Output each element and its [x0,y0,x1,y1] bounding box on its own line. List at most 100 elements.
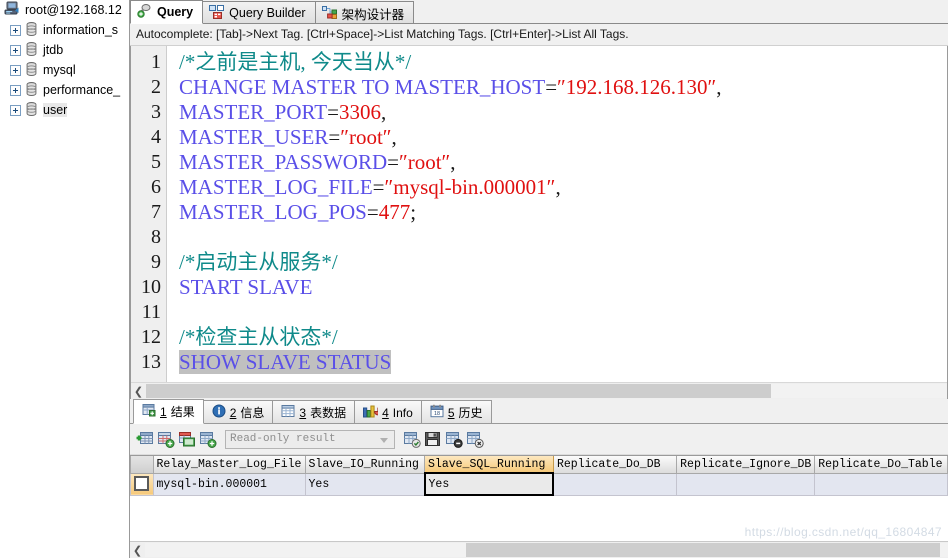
line-number-gutter: 1 2 3 4 5 6 7 8 9 10 11 12 13 [131,46,167,382]
grid-horizontal-scrollbar[interactable]: ❮ [130,541,948,558]
grid-post-icon[interactable] [403,431,421,448]
editor-tab-bar[interactable]: Query Query Builder 架构设计器 [130,0,948,24]
result-tab-5[interactable]: 18 5 历史 [420,400,492,424]
grid-column-header[interactable]: Replicate_Do_Table [814,456,948,474]
tree-node-jtdb[interactable]: jtdb [0,40,129,60]
grid-refresh-row-icon[interactable] [199,431,217,448]
tree-node-performance[interactable]: performance_ [0,80,129,100]
tree-node-root[interactable]: root@192.168.12 [0,0,129,20]
row-selector[interactable] [130,472,154,496]
database-icon [25,61,38,79]
scroll-left-icon[interactable]: ❮ [131,384,146,399]
code-line[interactable]: MASTER_PASSWORD=″root″, [179,150,947,175]
code-token: CHANGE MASTER TO MASTER_HOST [179,75,546,99]
code-token: , [555,175,561,199]
line-number: 4 [151,126,161,148]
line-number: 9 [151,251,161,273]
row-checkbox-icon[interactable] [134,475,150,491]
scroll-track[interactable] [146,384,947,398]
line-number: 3 [151,101,161,123]
save-icon[interactable] [424,431,442,448]
grid-column-header[interactable]: Replicate_Ignore_DB [676,456,816,474]
grid-delete-icon[interactable] [445,431,463,448]
result-tab-2[interactable]: 2 信息 [202,400,274,424]
line-number: 12 [141,326,161,348]
tab-label: 架构设计器 [341,7,405,22]
grid-cell[interactable]: mysql-bin.000001 [152,472,306,496]
code-line[interactable]: MASTER_LOG_FILE=″mysql-bin.000001″, [179,175,947,200]
scroll-track[interactable] [145,543,948,557]
code-line[interactable] [179,300,947,325]
code-line[interactable]: CHANGE MASTER TO MASTER_HOST=″192.168.12… [179,75,947,100]
grid-cell[interactable] [552,472,678,496]
expand-toggle-icon[interactable] [10,104,21,116]
code-line[interactable]: MASTER_PORT=3306, [179,100,947,125]
grid-insert-icon[interactable] [136,431,154,448]
grid-add-row-icon[interactable] [157,431,175,448]
code-line[interactable]: MASTER_LOG_POS=477; [179,200,947,225]
query-builder-icon [209,4,225,22]
table-row[interactable]: mysql-bin.000001 Yes Yes [130,472,948,496]
tab-schema-designer[interactable]: 架构设计器 [314,1,415,24]
grid-cell[interactable]: Yes [304,472,426,496]
sql-editor[interactable]: 1 2 3 4 5 6 7 8 9 10 11 12 13 /*之前是主机, 今天当从*/CHANGE … [131,46,947,382]
scroll-thumb[interactable] [466,543,940,557]
grid-cell[interactable] [814,472,948,496]
chevron-down-icon [380,437,388,443]
code-token: = [327,100,339,124]
result-grid-icon [142,403,156,420]
database-tree-sidebar[interactable]: root@192.168.12 information_s jtdb mysql… [0,0,130,558]
result-tab-3[interactable]: 3 表数据 [272,400,356,424]
result-tab-1[interactable]: 1 结果 [133,399,204,424]
tree-node-user[interactable]: user [0,100,129,120]
result-tab-shortcut: 4 [382,405,389,420]
code-line[interactable]: MASTER_USER=″root″, [179,125,947,150]
result-grid-container[interactable]: Relay_Master_Log_File Slave_IO_Running Sla… [130,455,948,541]
code-line[interactable]: /*检查主从状态*/ [179,325,947,350]
tree-node-information-s[interactable]: information_s [0,20,129,40]
grid-cancel-icon[interactable] [466,431,484,448]
code-line[interactable] [179,225,947,250]
main-pane: Query Query Builder 架构设计器 Autocomplete: … [130,0,948,558]
line-number: 2 [151,76,161,98]
result-tab-info[interactable]: 4 Info [354,400,422,424]
code-token: /*启动主从服务*/ [179,250,338,274]
code-line[interactable]: /*之前是主机, 今天当从*/ [179,50,947,75]
tab-query-builder[interactable]: Query Builder [202,1,316,24]
grid-copy-icon[interactable] [178,431,196,448]
code-token: = [366,200,379,224]
expand-toggle-icon[interactable] [10,84,21,96]
result-mode-select[interactable]: Read-only result [225,429,395,449]
grid-column-header[interactable]: Relay_Master_Log_File [152,456,306,474]
result-tab-shortcut: 1 [160,404,167,419]
grid-column-header[interactable]: Slave_IO_Running [304,456,426,474]
expand-toggle-icon[interactable] [10,44,21,56]
expand-toggle-icon[interactable] [10,24,21,36]
grid-cell[interactable] [676,472,816,496]
scroll-left-icon[interactable]: ❮ [130,543,145,558]
tab-label: Query [157,5,194,19]
results-toolbar[interactable]: Read-only result [130,424,948,455]
scroll-thumb[interactable] [146,384,771,398]
code-token: = [545,75,558,99]
code-line[interactable]: SHOW SLAVE STATUS [179,350,947,375]
grid-header-row[interactable]: Relay_Master_Log_File Slave_IO_Running Sla… [130,456,948,474]
editor-horizontal-scrollbar[interactable]: ❮ [131,382,947,399]
results-tab-bar[interactable]: 1 结果 2 信息 3 表数据 4 Info 18 5 历史 [130,399,948,424]
grid-column-header[interactable]: Slave_SQL_Running [424,456,554,474]
result-grid[interactable]: Relay_Master_Log_File Slave_IO_Running Sla… [130,456,948,496]
expand-toggle-icon[interactable] [10,64,21,76]
tab-query[interactable]: Query [130,0,204,24]
tree-node-mysql[interactable]: mysql [0,60,129,80]
result-tab-label: 表数据 [310,406,347,420]
grid-cell[interactable]: Yes [423,472,555,496]
code-line[interactable]: /*启动主从服务*/ [179,250,947,275]
code-token: /*检查主从状态*/ [179,325,338,349]
code-line[interactable]: START SLAVE [179,275,947,300]
code-token: MASTER_USER [179,125,329,149]
line-number: 7 [151,201,161,223]
sql-code-area[interactable]: /*之前是主机, 今天当从*/CHANGE MASTER TO MASTER_H… [167,46,947,382]
tree-node-label: mysql [43,63,76,77]
grid-body[interactable]: mysql-bin.000001 Yes Yes [130,472,948,496]
grid-column-header[interactable]: Replicate_Do_DB [552,456,678,474]
